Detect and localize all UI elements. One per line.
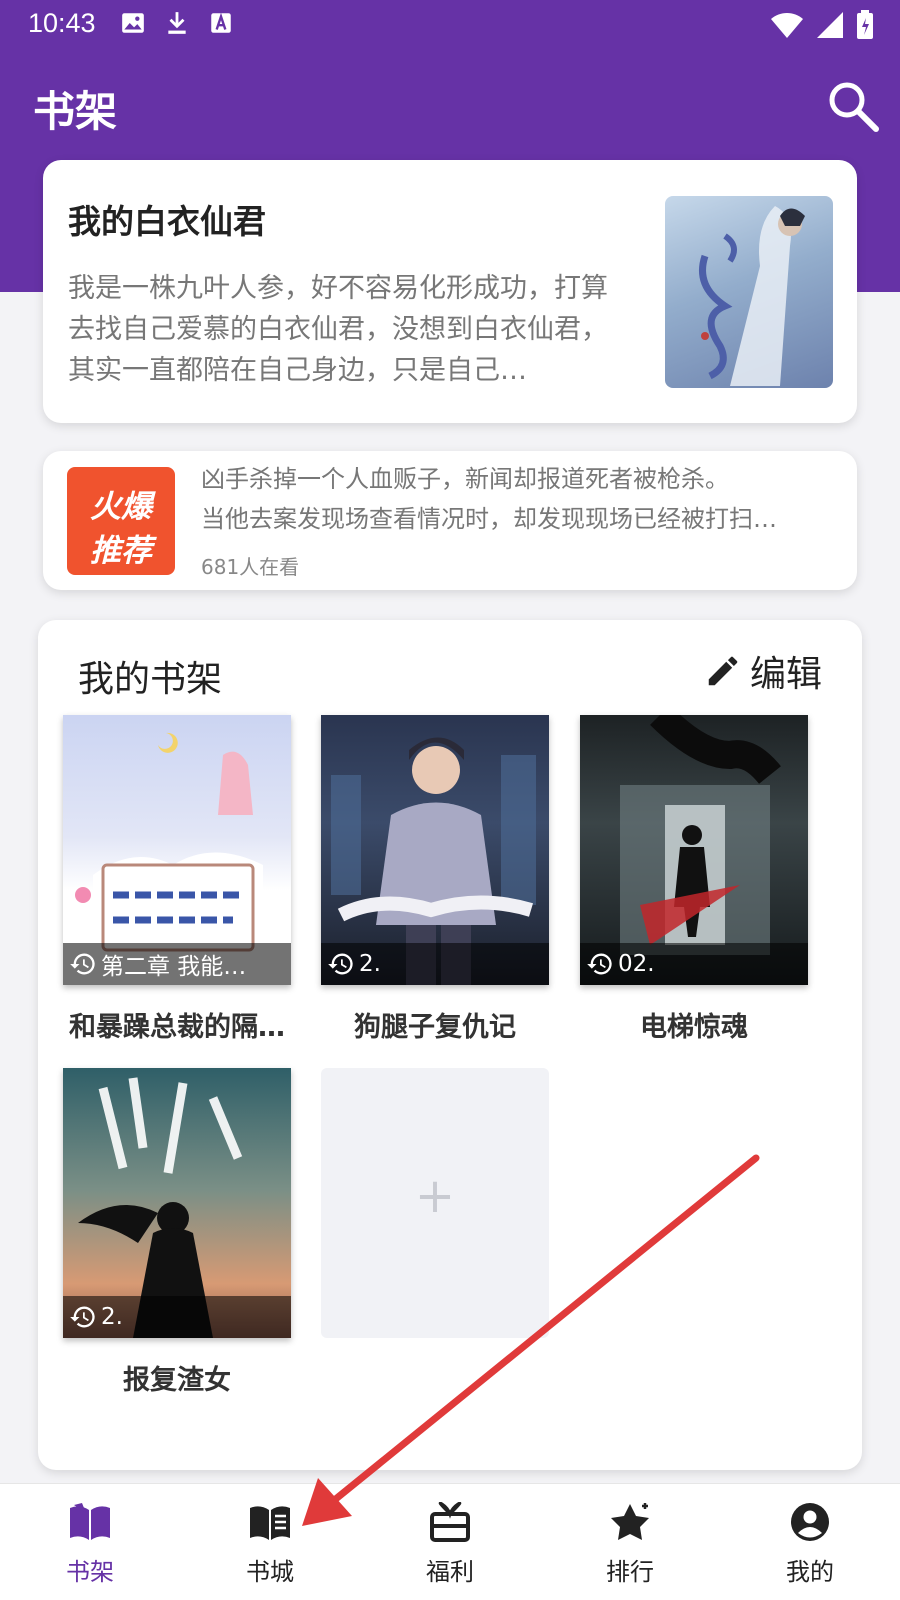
progress-text: 02. bbox=[618, 951, 655, 977]
battery-icon bbox=[857, 10, 873, 39]
history-icon bbox=[587, 953, 612, 975]
bottom-navigation: 书架 书城 福利 排行 我的 bbox=[0, 1483, 900, 1600]
font-icon bbox=[211, 12, 231, 33]
featured-book-description: 我是一株九叶人参，好不容易化形成功，打算去找自己爱慕的白衣仙君，没想到白衣仙君，… bbox=[68, 273, 608, 386]
add-book-button[interactable]: + bbox=[321, 1068, 549, 1338]
gift-icon bbox=[430, 1502, 470, 1542]
person-icon bbox=[791, 1503, 829, 1541]
history-icon bbox=[328, 953, 353, 975]
status-time: 10:43 bbox=[28, 8, 96, 38]
reading-progress: 第二章 我能… bbox=[63, 943, 291, 985]
progress-text: 第二章 我能… bbox=[101, 954, 247, 980]
progress-text: 2. bbox=[101, 1304, 123, 1330]
nav-label: 福利 bbox=[426, 1558, 474, 1586]
star-rank-icon bbox=[611, 1503, 649, 1540]
promo-text-line-2: 当他去案发现场查看情况时，却发现现场已经被打扫… bbox=[201, 505, 777, 533]
book-title: 报复渣女 bbox=[123, 1365, 231, 1396]
book-title: 电梯惊魂 bbox=[640, 1012, 748, 1043]
featured-book-card[interactable]: 我的白衣仙君 我是一株九叶人参，好不容易化形成功，打算去找自己爱慕的白衣仙君，没… bbox=[43, 160, 857, 423]
search-icon[interactable] bbox=[822, 75, 882, 135]
promo-viewer-count: 681人在看 bbox=[201, 555, 300, 579]
signal-icon bbox=[817, 12, 843, 38]
gallery-icon bbox=[122, 13, 144, 33]
nav-item-ranking[interactable]: 排行 bbox=[540, 1484, 720, 1600]
featured-book-cover[interactable] bbox=[665, 196, 833, 388]
nav-item-bookstore[interactable]: 书城 bbox=[180, 1484, 360, 1600]
page-title: 书架 bbox=[33, 87, 118, 136]
featured-book-title: 我的白衣仙君 bbox=[68, 202, 266, 241]
status-bar: 10:43 bbox=[0, 0, 900, 50]
progress-text: 2. bbox=[359, 951, 381, 977]
add-icon: + bbox=[414, 1168, 456, 1224]
book-cover[interactable]: 02. bbox=[580, 715, 808, 985]
reading-progress: 02. bbox=[580, 943, 808, 985]
cover-art bbox=[699, 206, 805, 386]
edit-label: 编辑 bbox=[750, 654, 823, 695]
reading-progress: 2. bbox=[321, 943, 549, 985]
book-icon bbox=[250, 1506, 290, 1540]
promo-text-line-1: 凶手杀掉一个人血贩子，新闻却报道死者被枪杀。 bbox=[201, 465, 729, 493]
edit-button[interactable]: 编辑 bbox=[704, 646, 822, 696]
book-cover[interactable]: 第二章 我能… bbox=[63, 715, 291, 985]
badge-line-1: 火爆 bbox=[90, 489, 152, 525]
badge-line-2: 推荐 bbox=[90, 533, 152, 569]
book-cover[interactable]: 2. bbox=[321, 715, 549, 985]
nav-label: 书城 bbox=[246, 1558, 294, 1586]
book-title: 和暴躁总裁的隔… bbox=[69, 1012, 285, 1043]
nav-item-welfare[interactable]: 福利 bbox=[360, 1484, 540, 1600]
nav-label: 我的 bbox=[786, 1558, 834, 1586]
nav-item-profile[interactable]: 我的 bbox=[720, 1484, 900, 1600]
open-book-icon bbox=[70, 1503, 110, 1540]
history-icon bbox=[70, 1306, 95, 1328]
reading-progress: 2. bbox=[63, 1296, 291, 1338]
bookshelf-card: 我的书架 编辑 第二章 我能… 和暴躁总裁的隔… 2. 狗腿子复仇记 02. 电… bbox=[38, 620, 862, 1470]
wifi-icon bbox=[771, 13, 803, 38]
nav-item-bookshelf[interactable]: 书架 bbox=[0, 1484, 180, 1600]
download-icon bbox=[168, 12, 186, 34]
nav-label: 排行 bbox=[606, 1558, 654, 1586]
nav-label: 书架 bbox=[66, 1558, 114, 1586]
book-title: 狗腿子复仇记 bbox=[354, 1012, 516, 1043]
book-cover[interactable]: 2. bbox=[63, 1068, 291, 1338]
hot-recommend-badge: 火爆 推荐 bbox=[67, 467, 175, 575]
bookshelf-title: 我的书架 bbox=[78, 659, 223, 700]
history-icon bbox=[70, 953, 95, 975]
pencil-icon bbox=[708, 656, 738, 686]
promo-recommendation-card[interactable]: 火爆 推荐 凶手杀掉一个人血贩子，新闻却报道死者被枪杀。 当他去案发现场查看情况… bbox=[43, 451, 857, 590]
